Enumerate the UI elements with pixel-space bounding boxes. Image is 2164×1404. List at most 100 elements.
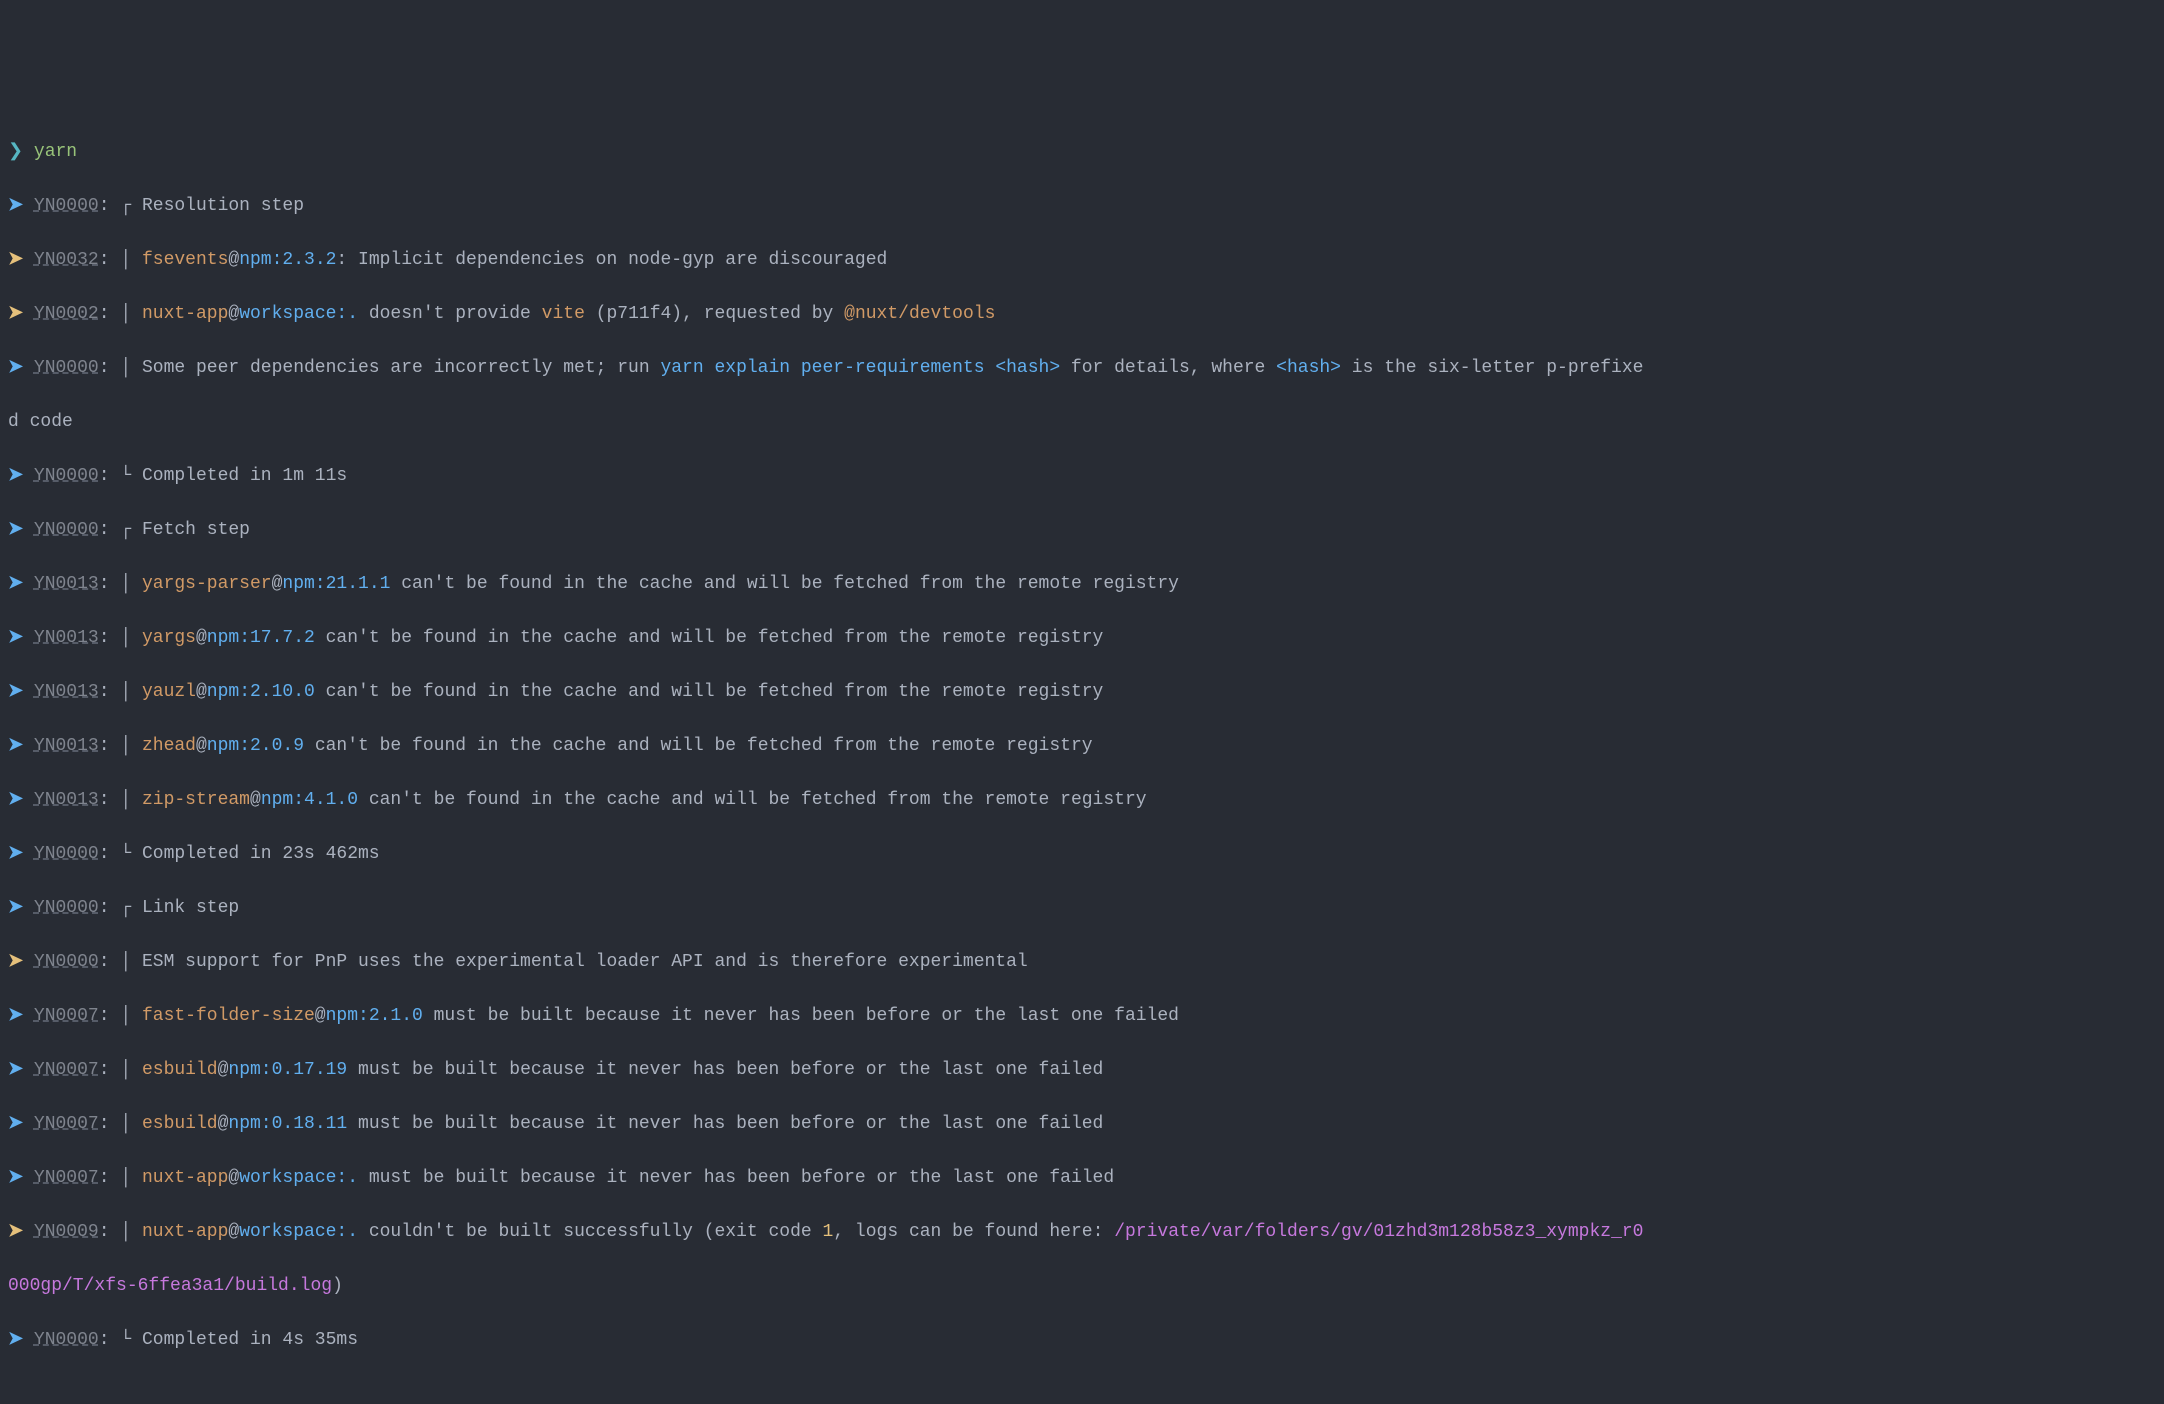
arrow-icon: ➤ (8, 466, 23, 486)
package-name: nuxt-app (142, 1222, 228, 1242)
yarn-code: YN0013 (34, 682, 99, 702)
arrow-icon: ➤ (8, 952, 23, 972)
package-name: yargs (142, 628, 196, 648)
yarn-code: YN0002 (34, 304, 99, 324)
package-name: yauzl (142, 682, 196, 702)
log-line-error: ➤ YN0009: │ nuxt-app@workspace:. couldn'… (8, 1219, 2156, 1246)
yarn-code: YN0009 (34, 1222, 99, 1242)
log-message: can't be found in the cache and will be … (390, 574, 1179, 594)
log-message: must be built because it never has been … (423, 1006, 1179, 1026)
package-name: vite (542, 304, 585, 324)
log-message: must be built because it never has been … (347, 1114, 1103, 1134)
arrow-icon: ➤ (8, 1006, 23, 1026)
package-name: fsevents (142, 250, 228, 270)
yarn-code: YN0000 (34, 844, 99, 864)
arrow-icon: ➤ (8, 898, 23, 918)
yarn-code: YN0007 (34, 1006, 99, 1026)
yarn-code: YN0000 (34, 358, 99, 378)
completion-message: Completed in 23s 462ms (142, 844, 380, 864)
log-line: ➤ YN0000: └ Completed in 4s 35ms (8, 1327, 2156, 1354)
package-name: esbuild (142, 1060, 218, 1080)
arrow-icon: ➤ (8, 1060, 23, 1080)
prompt-line[interactable]: ❯ yarn (8, 139, 2156, 166)
pipe-icon: │ (120, 574, 131, 594)
package-version: npm:17.7.2 (207, 628, 315, 648)
yarn-code: YN0000 (34, 898, 99, 918)
log-line-wrap: 000gp/T/xfs-6ffea3a1/build.log) (8, 1273, 2156, 1300)
arrow-icon: ➤ (8, 1114, 23, 1134)
arrow-icon: ➤ (8, 358, 23, 378)
package-version: workspace:. (239, 304, 358, 324)
log-line: ➤ YN0000: └ Completed in 23s 462ms (8, 841, 2156, 868)
log-message: must be built because it never has been … (358, 1168, 1114, 1188)
box-corner-icon: └ (120, 466, 131, 486)
log-message: can't be found in the cache and will be … (315, 682, 1104, 702)
pipe-icon: │ (120, 1060, 131, 1080)
log-message: ESM support for PnP uses the experimenta… (142, 952, 1028, 972)
log-line: ➤ YN0007: │ nuxt-app@workspace:. must be… (8, 1165, 2156, 1192)
yarn-code: YN0007 (34, 1168, 99, 1188)
box-corner-icon: ┌ (120, 196, 131, 216)
log-message: can't be found in the cache and will be … (315, 628, 1104, 648)
package-version: npm:0.17.19 (228, 1060, 347, 1080)
arrow-icon: ➤ (8, 196, 23, 216)
hash-placeholder: <hash> (1276, 358, 1341, 378)
package-name: yargs-parser (142, 574, 272, 594)
log-line: ➤ YN0000: ┌ Link step (8, 895, 2156, 922)
arrow-icon: ➤ (8, 790, 23, 810)
command-text: yarn explain peer-requirements (660, 358, 995, 378)
log-line: ➤ YN0013: │ zip-stream@npm:4.1.0 can't b… (8, 787, 2156, 814)
log-line: ➤ YN0007: │ esbuild@npm:0.18.11 must be … (8, 1111, 2156, 1138)
arrow-icon: ➤ (8, 304, 23, 324)
arrow-icon: ➤ (8, 1222, 23, 1242)
prompt-marker: ❯ (8, 142, 23, 162)
log-line: ➤ YN0013: │ zhead@npm:2.0.9 can't be fou… (8, 733, 2156, 760)
box-corner-icon: ┌ (120, 520, 131, 540)
yarn-code: YN0013 (34, 628, 99, 648)
log-line: ➤ YN0032: │ fsevents@npm:2.3.2: Implicit… (8, 247, 2156, 274)
log-line: ➤ YN0007: │ esbuild@npm:0.17.19 must be … (8, 1057, 2156, 1084)
pipe-icon: │ (120, 790, 131, 810)
log-line: ➤ YN0000: │ ESM support for PnP uses the… (8, 949, 2156, 976)
arrow-icon: ➤ (8, 682, 23, 702)
package-version: npm:2.0.9 (207, 736, 304, 756)
box-corner-icon: ┌ (120, 898, 131, 918)
log-message: : Implicit dependencies on node-gyp are … (336, 250, 887, 270)
yarn-code: YN0000 (34, 1330, 99, 1350)
arrow-icon: ➤ (8, 574, 23, 594)
hash-placeholder: <hash> (995, 358, 1060, 378)
prompt-command: yarn (34, 142, 77, 162)
package-name: zhead (142, 736, 196, 756)
package-name: fast-folder-size (142, 1006, 315, 1026)
package-version: npm:2.3.2 (239, 250, 336, 270)
log-message: must be built because it never has been … (347, 1060, 1103, 1080)
log-line: ➤ YN0013: │ yargs@npm:17.7.2 can't be fo… (8, 625, 2156, 652)
box-corner-icon: └ (120, 844, 131, 864)
package-version: npm:0.18.11 (228, 1114, 347, 1134)
arrow-icon: ➤ (8, 628, 23, 648)
pipe-icon: │ (120, 1006, 131, 1026)
arrow-icon: ➤ (8, 1168, 23, 1188)
pipe-icon: │ (120, 250, 131, 270)
yarn-code: YN0013 (34, 736, 99, 756)
completion-message: Completed in 4s 35ms (142, 1330, 358, 1350)
yarn-code: YN0007 (34, 1114, 99, 1134)
log-line: ➤ YN0000: ┌ Fetch step (8, 517, 2156, 544)
yarn-code: YN0000 (34, 952, 99, 972)
pipe-icon: │ (120, 1114, 131, 1134)
yarn-code: YN0013 (34, 574, 99, 594)
log-line: ➤ YN0000: │ Some peer dependencies are i… (8, 355, 2156, 382)
package-version: npm:2.1.0 (326, 1006, 423, 1026)
package-version: npm:4.1.0 (261, 790, 358, 810)
yarn-code: YN0032 (34, 250, 99, 270)
package-name: nuxt-app (142, 304, 228, 324)
step-label: Link step (142, 898, 239, 918)
log-line: ➤ YN0000: └ Completed in 1m 11s (8, 463, 2156, 490)
package-name: esbuild (142, 1114, 218, 1134)
yarn-code: YN0000 (34, 520, 99, 540)
package-version: npm:2.10.0 (207, 682, 315, 702)
pipe-icon: │ (120, 736, 131, 756)
arrow-icon: ➤ (8, 736, 23, 756)
package-name: @nuxt/devtools (844, 304, 995, 324)
log-line: ➤ YN0013: │ yargs-parser@npm:21.1.1 can'… (8, 571, 2156, 598)
